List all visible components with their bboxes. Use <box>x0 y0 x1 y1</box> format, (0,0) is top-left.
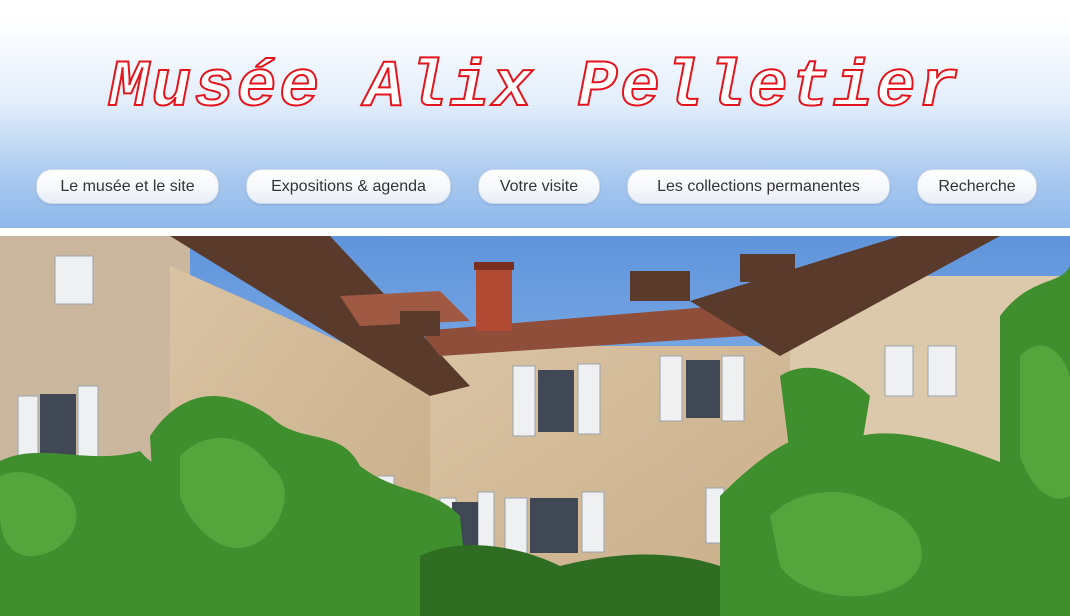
nav-item-expositions-agenda[interactable]: Expositions & agenda <box>246 169 451 204</box>
nav-item-recherche[interactable]: Recherche <box>917 169 1037 204</box>
main-nav: Le musée et le site Expositions & agenda… <box>0 169 1070 206</box>
hero-photo-illustration <box>0 236 1070 616</box>
site-header: Musée Alix Pelletier Le musée et le site… <box>0 0 1070 228</box>
nav-item-les-collections-permanentes[interactable]: Les collections permanentes <box>627 169 890 204</box>
nav-item-votre-visite[interactable]: Votre visite <box>478 169 600 204</box>
nav-item-le-musee-et-le-site[interactable]: Le musée et le site <box>36 169 219 204</box>
site-title[interactable]: Musée Alix Pelletier <box>0 44 1070 132</box>
hero-photo-museum-building <box>0 236 1070 616</box>
